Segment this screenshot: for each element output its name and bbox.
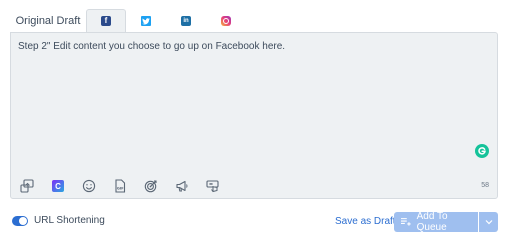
facebook-icon: f <box>101 16 111 26</box>
character-count: 58 <box>481 182 489 189</box>
tab-linkedin[interactable]: in <box>166 10 206 32</box>
tab-twitter[interactable] <box>126 10 166 32</box>
emoji-button[interactable] <box>81 178 97 194</box>
url-shortening-toggle[interactable] <box>12 216 28 226</box>
linkedin-icon: in <box>181 16 191 26</box>
emoji-icon <box>82 179 96 193</box>
post-editor[interactable]: Step 2" Edit content you choose to go up… <box>10 32 498 199</box>
add-to-queue-button[interactable]: Add To Queue <box>394 212 478 232</box>
hashtag-manager-button[interactable] <box>205 178 221 194</box>
editor-toolbar: C GIF <box>19 178 236 194</box>
media-upload-icon <box>20 179 34 193</box>
target-button[interactable] <box>143 178 159 194</box>
svg-text:GIF: GIF <box>117 187 124 191</box>
add-to-queue-group: Add To Queue <box>394 212 498 232</box>
megaphone-icon <box>176 180 188 192</box>
composer-footer: URL Shortening Save as Draft Add To Queu… <box>10 212 498 232</box>
grammarly-icon[interactable] <box>475 144 489 158</box>
canva-button[interactable]: C <box>50 178 66 194</box>
instagram-icon <box>221 16 231 26</box>
queue-add-icon <box>401 218 411 226</box>
gif-icon: GIF <box>115 179 126 193</box>
add-to-queue-label: Add To Queue <box>416 212 448 232</box>
tab-original-draft-label: Original Draft <box>15 15 81 27</box>
twitter-icon <box>141 16 151 26</box>
chevron-down-icon <box>485 220 492 225</box>
queue-options-dropdown[interactable] <box>478 212 498 232</box>
gif-button[interactable]: GIF <box>112 178 128 194</box>
target-icon <box>144 180 157 193</box>
hashtag-manager-icon <box>206 180 219 193</box>
post-content-text[interactable]: Step 2" Edit content you choose to go up… <box>18 41 285 53</box>
media-upload-button[interactable] <box>19 178 35 194</box>
url-shortening-label: URL Shortening <box>34 215 105 226</box>
network-tabs: Original Draft f in <box>10 9 246 32</box>
save-as-draft-button[interactable]: Save as Draft <box>335 216 396 227</box>
canva-icon: C <box>52 180 64 192</box>
tab-original-draft[interactable]: Original Draft <box>10 10 86 32</box>
tab-facebook[interactable]: f <box>86 9 126 32</box>
promote-button[interactable] <box>174 178 190 194</box>
tab-instagram[interactable] <box>206 10 246 32</box>
